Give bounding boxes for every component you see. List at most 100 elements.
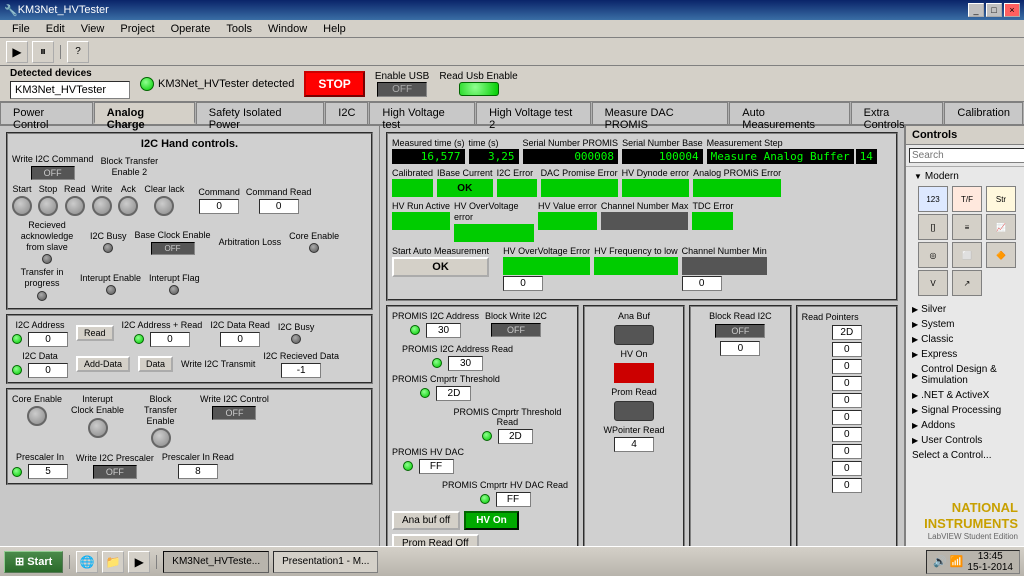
prescaler-read-input[interactable] [178,464,218,479]
i2c-received-input[interactable] [281,363,321,378]
hv-overvoltage-err-val[interactable] [503,276,543,291]
read-btn[interactable]: Read [76,325,114,341]
i2c-data-input[interactable] [28,363,68,378]
toolbar-pause[interactable]: ⏸ [32,41,54,63]
data-btn[interactable]: Data [138,356,173,372]
write-knob[interactable] [92,196,112,216]
tree-modern[interactable]: ▼ Modern [910,169,1020,184]
toolbar-help[interactable]: ? [67,41,89,63]
block-read-val[interactable] [720,341,760,356]
toolbar-run[interactable]: ▶ [6,41,28,63]
tab-safety-isolated[interactable]: Safety Isolated Power [196,102,325,124]
graph-icon[interactable]: 📈 [986,214,1016,240]
stop-button[interactable]: STOP [304,71,364,97]
maximize-btn[interactable]: □ [986,3,1002,17]
tab-hv-test[interactable]: High Voltage test [369,102,475,124]
rp-val-4[interactable] [832,393,862,408]
tab-analog-charge[interactable]: Analog Charge [94,102,195,124]
tree-classic[interactable]: ▶Classic [908,332,1022,347]
menu-edit[interactable]: Edit [38,21,73,37]
tab-extra-controls[interactable]: Extra Controls [851,102,944,124]
tab-auto-meas[interactable]: Auto Measurements [729,102,849,124]
ref-icon[interactable]: ↗ [952,270,982,296]
quick-ie[interactable]: 🌐 [76,551,98,573]
menu-file[interactable]: File [4,21,38,37]
tree-signal-processing[interactable]: ▶Signal Processing [908,403,1022,418]
tree-control-design[interactable]: ▶Control Design & Simulation [908,362,1022,388]
list-icon[interactable]: ≡ [952,214,982,240]
write-i2c-control-toggle[interactable]: OFF [212,406,256,420]
rp-val-7[interactable] [832,444,862,459]
hv-dac-input[interactable] [419,459,454,474]
prescaler-input[interactable] [28,464,68,479]
ack-knob[interactable] [118,196,138,216]
start-button[interactable]: ⊞ Start [4,551,63,573]
prom-read-btn[interactable]: Prom Read Off [392,534,479,546]
boolean-icon[interactable]: T/F [952,186,982,212]
ring-icon[interactable]: ◎ [918,242,948,268]
core-enable2-knob[interactable] [27,406,47,426]
tree-user-controls[interactable]: ▶User Controls [908,433,1022,448]
rp-val-8[interactable] [832,461,862,476]
wpointer-input[interactable] [614,437,654,452]
controls-search-input[interactable] [909,148,1024,163]
promis-addr-input[interactable] [426,323,461,338]
rp-val-9[interactable] [832,478,862,493]
tab-hv-test2[interactable]: High Voltage test 2 [476,102,590,124]
tab-i2c[interactable]: I2C [325,102,368,124]
rp-val-1[interactable] [832,342,862,357]
hv-on-btn[interactable]: HV On [464,511,519,530]
tree-express[interactable]: ▶Express [908,347,1022,362]
tree-silver[interactable]: ▶Silver [908,302,1022,317]
rp-val-3[interactable] [832,376,862,391]
rp-val-5[interactable] [832,410,862,425]
clear-lack-knob[interactable] [154,196,174,216]
channel-min-val[interactable] [682,276,722,291]
interrupt-clock-knob[interactable] [88,418,108,438]
tree-select-control[interactable]: Select a Control... [908,448,1022,463]
menu-window[interactable]: Window [260,21,315,37]
add-data-btn[interactable]: Add-Data [76,356,130,372]
tab-calibration[interactable]: Calibration [944,102,1023,124]
minimize-btn[interactable]: _ [968,3,984,17]
start-knob[interactable] [12,196,32,216]
stop-knob[interactable] [38,196,58,216]
i2c-addr-read-input[interactable] [150,332,190,347]
command-input[interactable] [199,199,239,214]
close-btn[interactable]: × [1004,3,1020,17]
hv-dac-read-input[interactable] [496,492,531,507]
menu-view[interactable]: View [73,21,113,37]
quick-folder[interactable]: 📁 [102,551,124,573]
menu-tools[interactable]: Tools [218,21,260,37]
array-icon[interactable]: [] [918,214,948,240]
tree-addons[interactable]: ▶Addons [908,418,1022,433]
base-clock-toggle[interactable]: OFF [151,242,195,255]
write-prescaler-toggle[interactable]: OFF [93,465,137,479]
promis-addr-read-input[interactable] [448,356,483,371]
numeric-icon[interactable]: 123 [918,186,948,212]
menu-project[interactable]: Project [112,21,162,37]
block-write-toggle[interactable]: OFF [491,323,541,337]
i2c-address-input[interactable] [28,332,68,347]
cmprtr-input[interactable] [436,386,471,401]
rp-val-0[interactable] [832,325,862,340]
tree-net-activex[interactable]: ▶.NET & ActiveX [908,388,1022,403]
menu-help[interactable]: Help [315,21,354,37]
enable-usb-toggle[interactable]: OFF [377,82,427,97]
device-name-input[interactable] [10,81,130,99]
string-icon[interactable]: Str [986,186,1016,212]
start-auto-btn[interactable]: OK [392,257,489,277]
rp-val-6[interactable] [832,427,862,442]
decoration-icon[interactable]: 🔶 [986,242,1016,268]
read-knob[interactable] [65,196,85,216]
write-i2c-toggle[interactable]: OFF [31,166,75,180]
tree-system[interactable]: ▶System [908,317,1022,332]
tab-power-control[interactable]: Power Control [0,102,93,124]
rp-val-2[interactable] [832,359,862,374]
i2c-data-read-input[interactable] [220,332,260,347]
variant-icon[interactable]: V [918,270,948,296]
taskbar-presentation[interactable]: Presentation1 - M... [273,551,378,573]
base-transfer-knob[interactable] [151,428,171,448]
taskbar-km3net[interactable]: KM3Net_HVTeste... [163,551,269,573]
quick-media[interactable]: ▶ [128,551,150,573]
